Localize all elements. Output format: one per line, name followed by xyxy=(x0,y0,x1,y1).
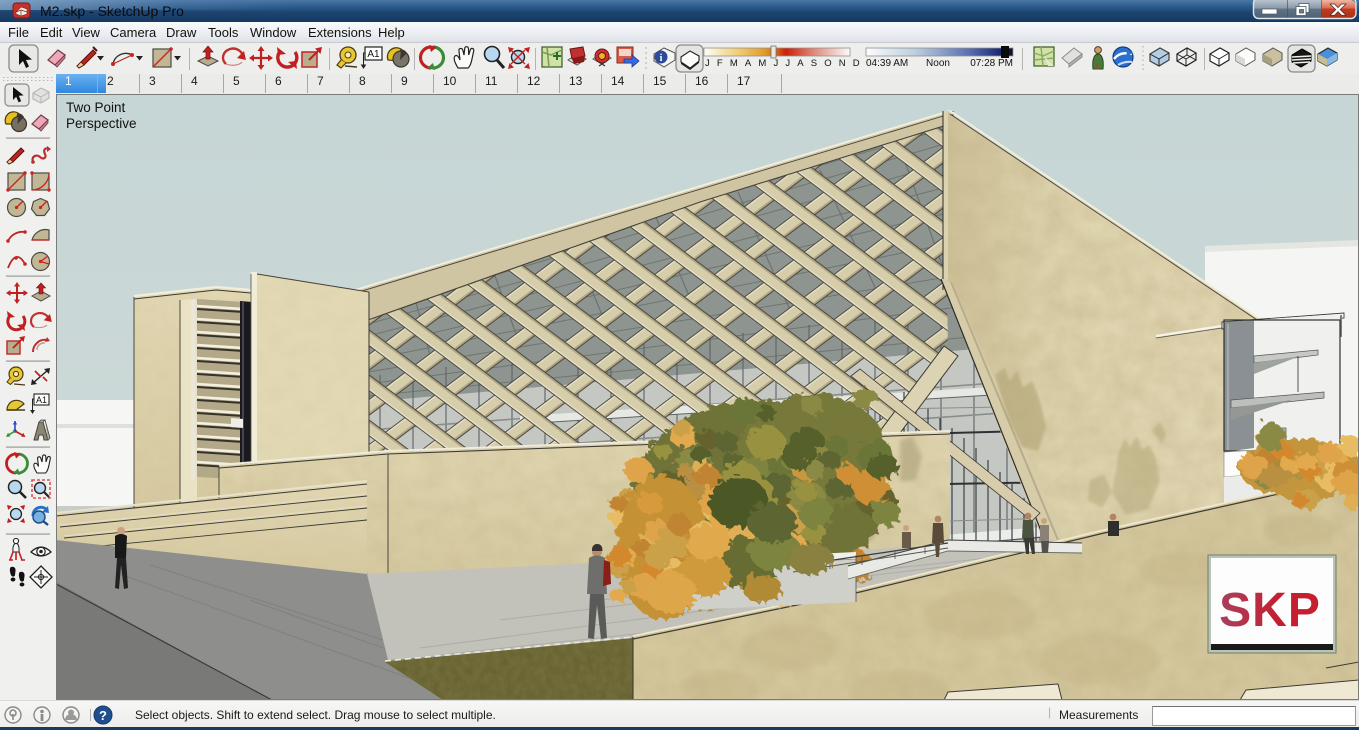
svg-text:07:28 PM: 07:28 PM xyxy=(970,58,1013,69)
svg-text:A1: A1 xyxy=(367,49,380,60)
svg-text:JFMAMJJASOND: JFMAMJJASOND xyxy=(705,58,867,69)
svg-text:Two Point: Two Point xyxy=(66,100,126,115)
svg-text:04:39 AM: 04:39 AM xyxy=(866,58,908,69)
svg-text:i: i xyxy=(660,53,663,64)
svg-text:Perspective: Perspective xyxy=(66,116,137,131)
svg-text:Noon: Noon xyxy=(926,58,950,69)
svg-text:?: ? xyxy=(99,708,107,723)
svg-text:SKP: SKP xyxy=(1219,584,1321,637)
svg-text:A1: A1 xyxy=(36,395,47,405)
